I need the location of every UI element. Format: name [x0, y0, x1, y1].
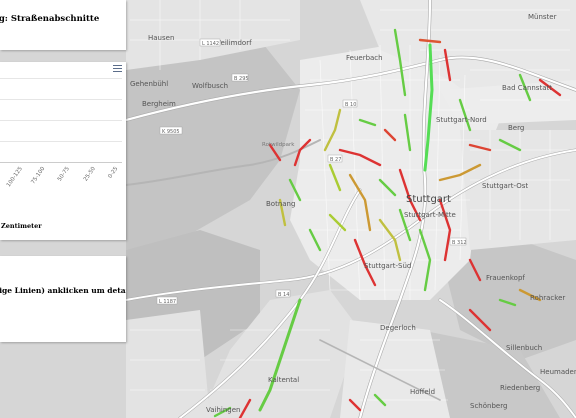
map-label-gehenbuehl: Gehenbühl [130, 80, 168, 88]
map-label-hoffeld: Hoffeld [410, 388, 435, 396]
map-label-sillenbuch: Sillenbuch [506, 344, 542, 352]
info-panel: rbige Linien) anklicken um detailierte [0, 256, 126, 342]
chart-caption: n Zentimeter [0, 222, 42, 230]
panel-title: rung: Straßenabschnitte [0, 14, 100, 24]
road-ref-l1187: L 1187 [159, 299, 176, 305]
x-tick: 100-125 [5, 166, 24, 189]
map-label-riedenberg: Riedenberg [500, 384, 540, 392]
map-label-muenster: Münster [528, 13, 557, 21]
map-label-rohracker: Rohracker [530, 294, 565, 302]
map-label-frauenkopf: Frauenkopf [486, 274, 525, 282]
road-ref-b14: B 14 [278, 292, 289, 298]
x-tick: 25-50 [82, 166, 97, 183]
info-text: rbige Linien) anklicken um detailierte [0, 286, 126, 295]
road-ref-b10: B 10 [345, 102, 356, 108]
road-ref-b312: B 312 [452, 240, 467, 246]
x-tick: 75-100 [30, 166, 47, 186]
map-label-stuttgart: Stuttgart [406, 194, 451, 205]
road-ref-k9505: K 9505 [162, 129, 180, 135]
road-ref-b295: B 295 [234, 76, 249, 82]
chart-panel: 100-125 75-100 50-75 25-50 0-25 n Zentim… [0, 62, 126, 240]
x-tick: 0-25 [107, 166, 120, 180]
map-label-feuerbach: Feuerbach [346, 54, 383, 62]
map-label-stuttgart-sued: Stuttgart-Süd [364, 262, 411, 270]
map-label-bergheim: Bergheim [142, 100, 176, 108]
map-label-rotwildpark: Rotwildpark [262, 142, 295, 148]
map-label-bad-cannstatt: Bad Cannstatt [502, 84, 552, 92]
map-label-kaltental: Kaltental [268, 376, 299, 384]
hamburger-icon[interactable] [113, 65, 122, 73]
map-label-wolfbusch: Wolfbusch [192, 82, 228, 90]
map-label-stuttgart-ost: Stuttgart-Ost [482, 182, 528, 190]
map-label-degerloch: Degerloch [380, 324, 416, 332]
map-label-stuttgart-mitte: Stuttgart-Mitte [404, 211, 456, 219]
road-ref-b27: B 27 [330, 157, 341, 163]
map-label-stuttgart-nord: Stuttgart-Nord [436, 116, 487, 124]
road-ref-l1142: L 1142 [202, 41, 219, 47]
map-label-hausen: Hausen [148, 34, 174, 42]
map-label-botnang: Botnang [266, 200, 295, 208]
x-tick: 50-75 [56, 166, 71, 183]
map-label-heumaden: Heumaden [540, 368, 576, 376]
map-label-schoenberg: Schönberg [470, 402, 507, 410]
map-label-berg: Berg [508, 124, 524, 132]
map-label-vaihingen: Vaihingen [206, 406, 240, 414]
title-panel: rung: Straßenabschnitte [0, 0, 126, 50]
